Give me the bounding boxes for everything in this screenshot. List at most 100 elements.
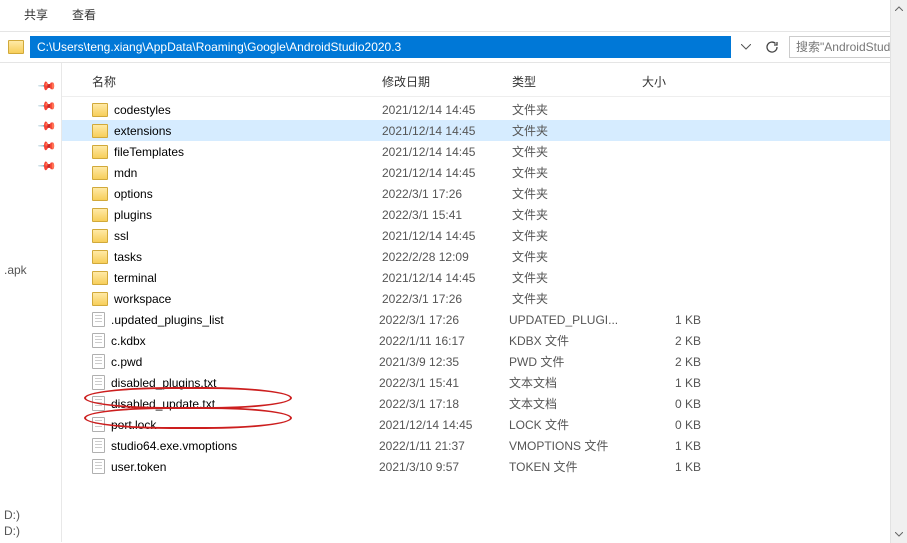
file-name: disabled_plugins.txt [111, 376, 379, 390]
file-size: 1 KB [639, 460, 719, 474]
file-name: c.pwd [111, 355, 379, 369]
pin-icon[interactable]: 📌 [37, 156, 57, 176]
file-row[interactable]: tasks2022/2/28 12:09文件夹 [62, 246, 907, 267]
folder-icon [92, 145, 108, 159]
file-date: 2021/12/14 14:45 [382, 166, 512, 180]
file-row[interactable]: c.kdbx2022/1/11 16:17KDBX 文件2 KB [62, 330, 907, 351]
file-icon [92, 375, 105, 390]
drive-label[interactable]: D:) [4, 507, 20, 523]
drive-label[interactable]: D:) [4, 523, 20, 539]
header-date[interactable]: 修改日期 [382, 73, 512, 90]
file-date: 2022/2/28 12:09 [382, 250, 512, 264]
file-size: 1 KB [639, 376, 719, 390]
file-row[interactable]: studio64.exe.vmoptions2022/1/11 21:37VMO… [62, 435, 907, 456]
file-type: 文件夹 [512, 122, 642, 139]
header-size[interactable]: 大小 [642, 73, 722, 90]
file-date: 2022/1/11 21:37 [379, 439, 509, 453]
file-type: 文件夹 [512, 269, 642, 286]
file-date: 2022/3/1 15:41 [379, 376, 509, 390]
file-size: 2 KB [639, 334, 719, 348]
file-row[interactable]: .updated_plugins_list2022/3/1 17:26UPDAT… [62, 309, 907, 330]
file-icon [92, 396, 105, 411]
file-row[interactable]: codestyles2021/12/14 14:45文件夹 [62, 99, 907, 120]
file-name: .updated_plugins_list [111, 313, 379, 327]
search-input[interactable]: 搜索"AndroidStudio [789, 36, 899, 58]
file-row[interactable]: extensions2021/12/14 14:45文件夹 [62, 120, 907, 141]
file-date: 2021/12/14 14:45 [382, 229, 512, 243]
file-date: 2021/3/9 12:35 [379, 355, 509, 369]
file-type: 文件夹 [512, 227, 642, 244]
file-date: 2021/12/14 14:45 [382, 124, 512, 138]
file-row[interactable]: terminal2021/12/14 14:45文件夹 [62, 267, 907, 288]
file-date: 2022/3/1 17:26 [379, 313, 509, 327]
file-icon [92, 459, 105, 474]
pin-icon[interactable]: 📌 [37, 96, 57, 116]
file-icon [92, 417, 105, 432]
file-name: port.lock [111, 418, 379, 432]
file-type: 文件夹 [512, 248, 642, 265]
file-date: 2022/3/1 17:26 [382, 292, 512, 306]
file-row[interactable]: fileTemplates2021/12/14 14:45文件夹 [62, 141, 907, 162]
folder-icon [8, 40, 24, 54]
tab-share[interactable]: 共享 [24, 6, 48, 23]
file-date: 2021/12/14 14:45 [382, 103, 512, 117]
file-date: 2021/12/14 14:45 [379, 418, 509, 432]
file-icon [92, 312, 105, 327]
file-row[interactable]: workspace2022/3/1 17:26文件夹 [62, 288, 907, 309]
file-row[interactable]: options2022/3/1 17:26文件夹 [62, 183, 907, 204]
file-size: 2 KB [639, 355, 719, 369]
scroll-up-button[interactable] [891, 0, 907, 17]
file-size: 0 KB [639, 418, 719, 432]
file-date: 2022/1/11 16:17 [379, 334, 509, 348]
address-input[interactable]: C:\Users\teng.xiang\AppData\Roaming\Goog… [30, 36, 731, 58]
file-name: terminal [114, 271, 382, 285]
file-name: c.kdbx [111, 334, 379, 348]
scroll-track[interactable] [891, 17, 907, 526]
file-row[interactable]: c.pwd2021/3/9 12:35PWD 文件2 KB [62, 351, 907, 372]
file-type: KDBX 文件 [509, 332, 639, 349]
address-dropdown-button[interactable] [737, 36, 755, 58]
vertical-scrollbar[interactable] [890, 0, 907, 543]
folder-icon [92, 124, 108, 138]
scroll-down-button[interactable] [891, 526, 907, 543]
tab-view[interactable]: 查看 [72, 6, 96, 23]
file-row[interactable]: disabled_update.txt2022/3/1 17:18文本文档0 K… [62, 393, 907, 414]
sidebar-ext-label: .apk [0, 263, 61, 277]
file-date: 2021/3/10 9:57 [379, 460, 509, 474]
file-date: 2022/3/1 15:41 [382, 208, 512, 222]
file-type: LOCK 文件 [509, 416, 639, 433]
file-type: 文件夹 [512, 185, 642, 202]
file-icon [92, 333, 105, 348]
refresh-button[interactable] [761, 36, 783, 58]
file-icon [92, 438, 105, 453]
ribbon-tabs: 共享 查看 [0, 0, 907, 31]
file-row[interactable]: ssl2021/12/14 14:45文件夹 [62, 225, 907, 246]
file-name: fileTemplates [114, 145, 382, 159]
pin-icon[interactable]: 📌 [37, 136, 57, 156]
file-type: PWD 文件 [509, 353, 639, 370]
file-row[interactable]: mdn2021/12/14 14:45文件夹 [62, 162, 907, 183]
file-type: UPDATED_PLUGI... [509, 313, 639, 327]
folder-icon [92, 166, 108, 180]
file-row[interactable]: plugins2022/3/1 15:41文件夹 [62, 204, 907, 225]
file-name: tasks [114, 250, 382, 264]
header-name[interactable]: 名称 [92, 73, 382, 90]
file-row[interactable]: disabled_plugins.txt2022/3/1 15:41文本文档1 … [62, 372, 907, 393]
file-name: user.token [111, 460, 379, 474]
file-name: ssl [114, 229, 382, 243]
pin-icon[interactable]: 📌 [37, 76, 57, 96]
file-type: 文件夹 [512, 290, 642, 307]
file-row[interactable]: user.token2021/3/10 9:57TOKEN 文件1 KB [62, 456, 907, 477]
folder-icon [92, 292, 108, 306]
file-row[interactable]: port.lock2021/12/14 14:45LOCK 文件0 KB [62, 414, 907, 435]
pin-icon[interactable]: 📌 [37, 116, 57, 136]
file-type: TOKEN 文件 [509, 458, 639, 475]
file-type: 文件夹 [512, 143, 642, 160]
file-name: options [114, 187, 382, 201]
file-name: mdn [114, 166, 382, 180]
header-type[interactable]: 类型 [512, 73, 642, 90]
file-type: 文件夹 [512, 164, 642, 181]
file-date: 2021/12/14 14:45 [382, 145, 512, 159]
folder-icon [92, 229, 108, 243]
nav-sidebar: 📌 📌 📌 📌 📌 .apk D:) D:) [0, 63, 62, 542]
